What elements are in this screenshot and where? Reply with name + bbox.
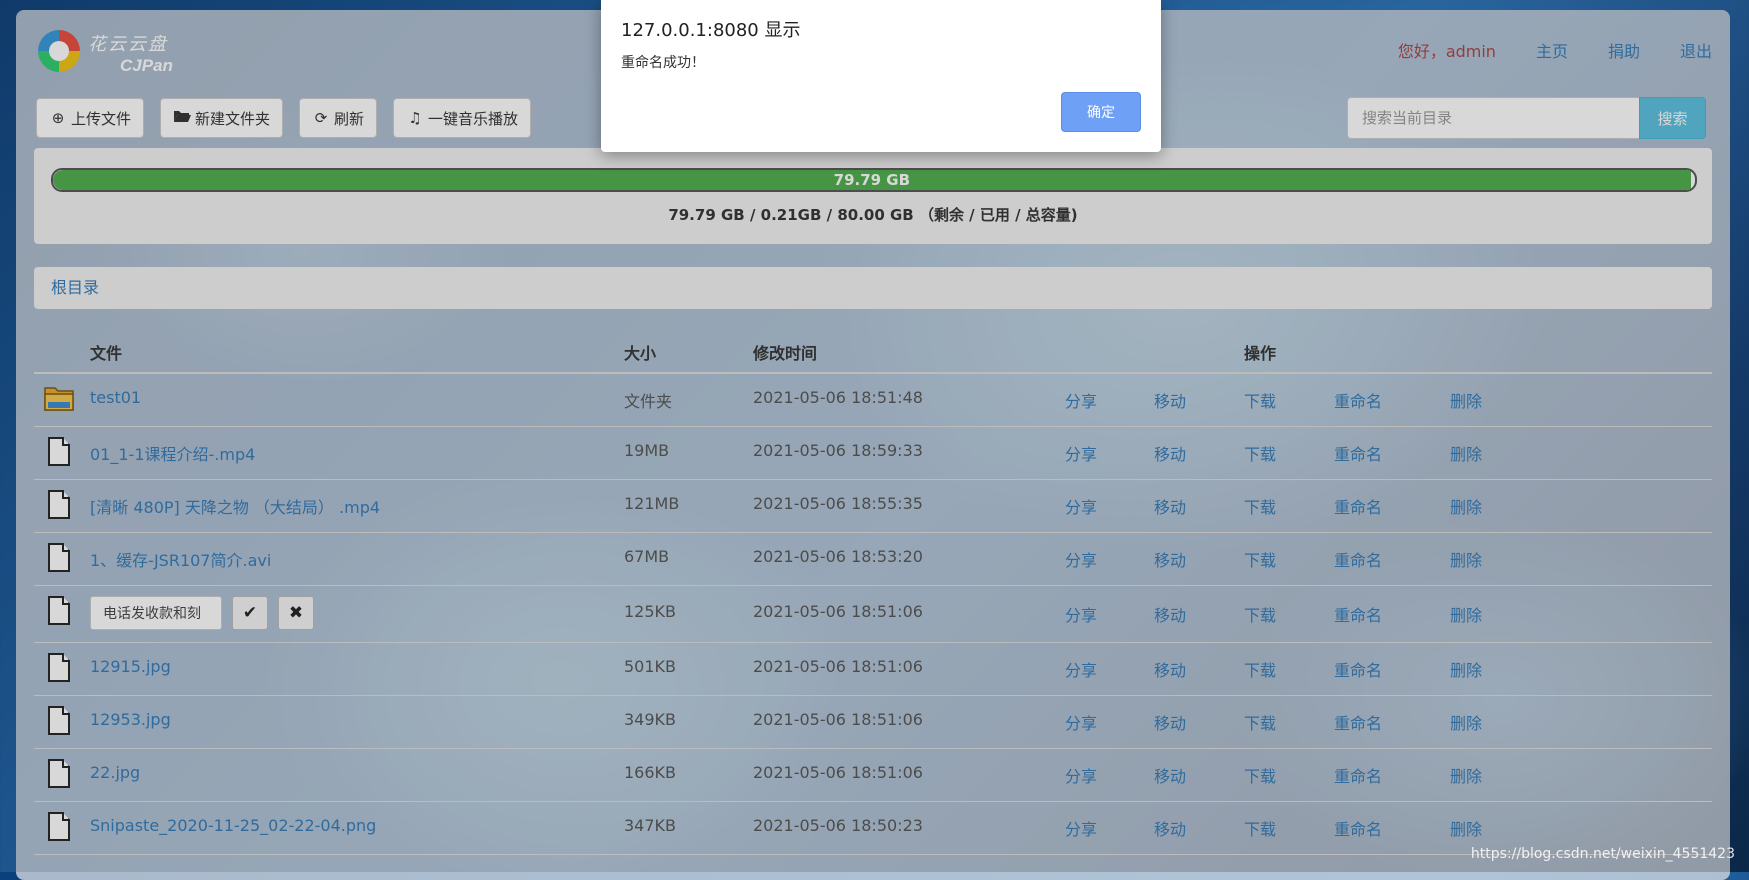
dialog-message: 重命名成功！	[621, 55, 705, 71]
alert-dialog: 127.0.0.1:8080 显示 重命名成功！ 确定	[601, 0, 1161, 152]
dialog-ok-button[interactable]: 确定	[1061, 92, 1141, 132]
watermark: https://blog.csdn.net/weixin_4551423	[1470, 846, 1735, 862]
dialog-title: 127.0.0.1:8080 显示	[621, 20, 801, 41]
